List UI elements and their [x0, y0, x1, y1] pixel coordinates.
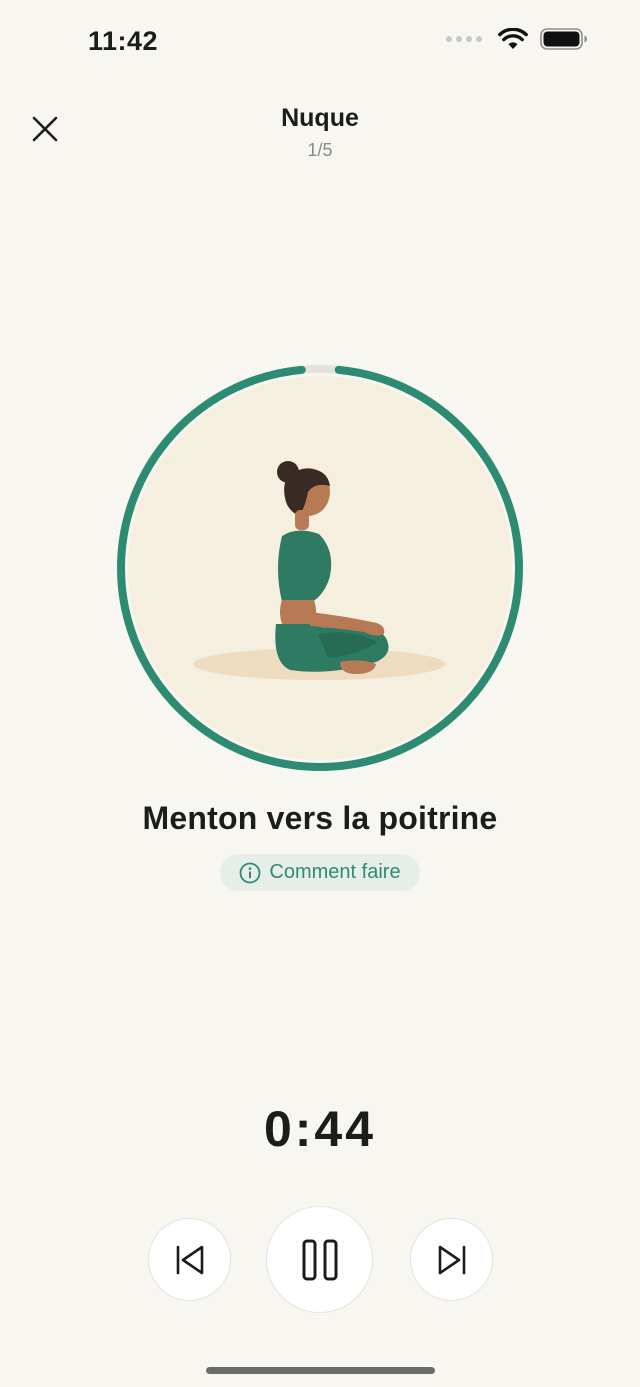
status-bar: 11:42 — [0, 0, 640, 86]
next-exercise-button[interactable] — [410, 1218, 493, 1301]
home-indicator[interactable] — [206, 1367, 435, 1374]
status-time: 11:42 — [88, 26, 159, 56]
skip-previous-icon — [176, 1245, 203, 1274]
previous-exercise-button[interactable] — [148, 1218, 231, 1301]
battery-icon — [540, 28, 587, 50]
pause-icon — [302, 1239, 337, 1280]
cellular-signal-icon — [446, 36, 482, 42]
step-counter: 1/5 — [307, 140, 333, 160]
pause-button[interactable] — [266, 1206, 373, 1313]
info-icon — [240, 862, 261, 883]
how-to-button[interactable]: Comment faire — [220, 854, 420, 891]
status-icons — [446, 28, 588, 50]
exercise-visual — [114, 362, 526, 774]
wifi-icon — [498, 28, 528, 49]
page-title: Nuque — [281, 104, 359, 132]
playback-controls — [0, 1206, 640, 1314]
nav-header: Nuque 1/5 — [0, 96, 640, 176]
skip-next-icon — [438, 1245, 465, 1274]
how-to-label: Comment faire — [269, 861, 401, 883]
exercise-illustration — [117, 365, 523, 771]
exercise-title: Menton vers la poitrine — [142, 800, 498, 836]
countdown-timer: 0:44 — [263, 1101, 377, 1157]
